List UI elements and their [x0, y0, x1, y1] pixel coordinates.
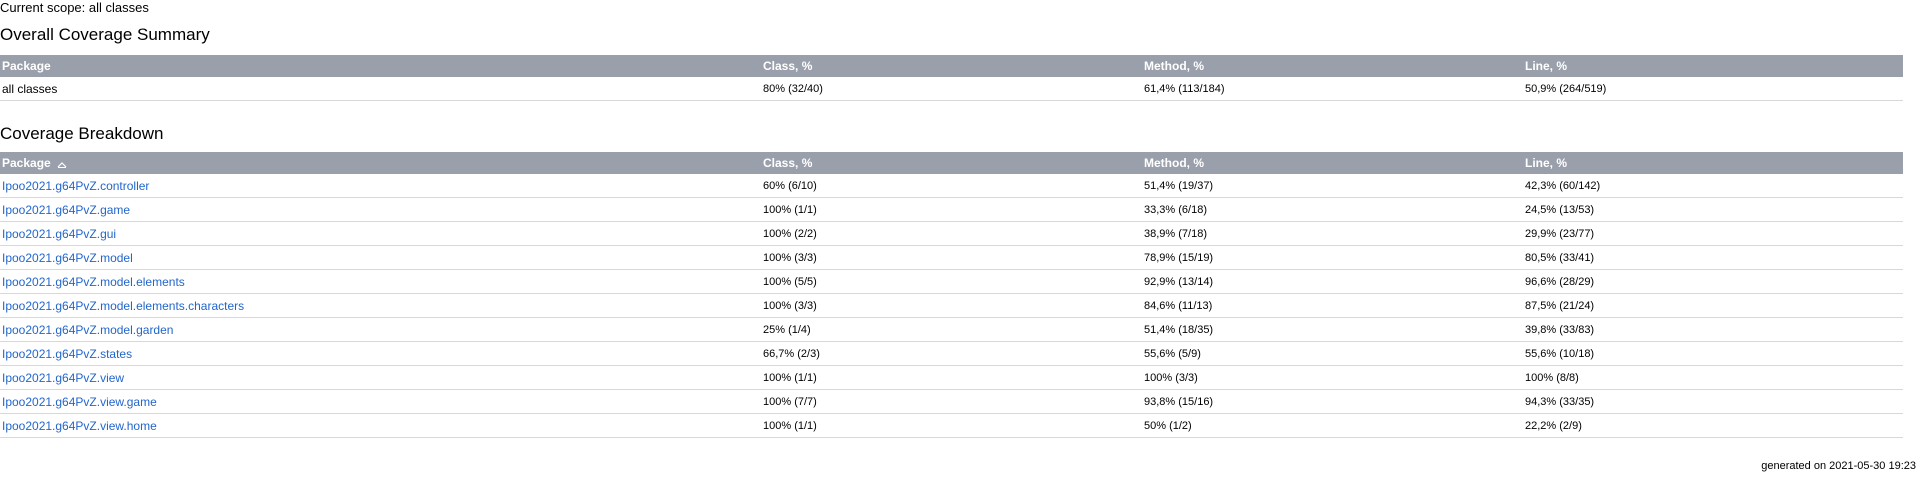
package-link[interactable]: Ipoo2021.g64PvZ.view.game [2, 395, 157, 409]
method-coverage-cell: 92,9% (13/14) [1142, 269, 1523, 294]
class-coverage-cell: 100% (1/1) [761, 413, 1142, 438]
table-row: Ipoo2021.g64PvZ.model 100% (3/3) 78,9% (15… [0, 245, 1903, 270]
class-coverage-cell: 100% (2/2) [761, 221, 1142, 246]
line-coverage-cell: 22,2% (2/9) [1523, 413, 1903, 438]
generated-timestamp: generated on 2021-05-30 19:23 [1761, 460, 1916, 472]
line-coverage-cell: 100% (8/8) [1523, 365, 1903, 390]
package-name-cell: Ipoo2021.g64PvZ.controller [0, 174, 761, 198]
class-coverage-cell: 100% (1/1) [761, 197, 1142, 222]
summary-class-coverage: 80% (32/40) [761, 77, 1142, 101]
class-coverage-cell: 100% (5/5) [761, 269, 1142, 294]
current-scope-text: Current scope: all classes [0, 0, 149, 15]
table-row: Ipoo2021.g64PvZ.view.game 100% (7/7) 93,8%… [0, 389, 1903, 414]
package-link[interactable]: Ipoo2021.g64PvZ.view.home [2, 419, 157, 433]
method-coverage-cell: 100% (3/3) [1142, 365, 1523, 390]
method-coverage-cell: 55,6% (5/9) [1142, 341, 1523, 366]
breakdown-header-package-label[interactable]: Package [2, 156, 51, 170]
summary-header-package[interactable]: Package [0, 55, 761, 77]
breakdown-header-class[interactable]: Class, % [761, 152, 1142, 174]
line-coverage-cell: 94,3% (33/35) [1523, 389, 1903, 414]
table-row: Ipoo2021.g64PvZ.states 66,7% (2/3) 55,6% (… [0, 341, 1903, 366]
line-coverage-cell: 29,9% (23/77) [1523, 221, 1903, 246]
method-coverage-cell: 38,9% (7/18) [1142, 221, 1523, 246]
package-link[interactable]: Ipoo2021.g64PvZ.states [2, 347, 132, 361]
breakdown-header-row: Package Class, % Method, % Line, % [0, 152, 1903, 174]
line-coverage-cell: 55,6% (10/18) [1523, 341, 1903, 366]
sort-ascending-icon[interactable] [57, 161, 67, 168]
line-coverage-cell: 39,8% (33/83) [1523, 317, 1903, 342]
class-coverage-cell: 100% (7/7) [761, 389, 1142, 414]
summary-table: Package Class, % Method, % Line, % all c… [0, 55, 1903, 101]
breakdown-table: Package Class, % Method, % Line, % Ipoo2… [0, 152, 1903, 438]
summary-heading: Overall Coverage Summary [0, 25, 210, 44]
package-link[interactable]: Ipoo2021.g64PvZ.model.garden [2, 323, 173, 337]
package-link[interactable]: Ipoo2021.g64PvZ.controller [2, 179, 149, 193]
package-name-cell: Ipoo2021.g64PvZ.view [0, 365, 761, 390]
table-row: Ipoo2021.g64PvZ.model.elements 100% (5/5)… [0, 269, 1903, 294]
package-link[interactable]: Ipoo2021.g64PvZ.model.elements [2, 275, 185, 289]
table-row: Ipoo2021.g64PvZ.view 100% (1/1) 100% (3/3)… [0, 365, 1903, 390]
table-row: Ipoo2021.g64PvZ.model.garden 25% (1/4) 51,… [0, 317, 1903, 342]
package-name-cell: Ipoo2021.g64PvZ.model [0, 245, 761, 270]
summary-header-method[interactable]: Method, % [1142, 55, 1523, 77]
line-coverage-cell: 87,5% (21/24) [1523, 293, 1903, 318]
breakdown-header-package[interactable]: Package [0, 152, 761, 174]
breakdown-heading: Coverage Breakdown [0, 124, 164, 143]
line-coverage-cell: 80,5% (33/41) [1523, 245, 1903, 270]
method-coverage-cell: 84,6% (11/13) [1142, 293, 1523, 318]
summary-line-coverage: 50,9% (264/519) [1523, 77, 1903, 101]
class-coverage-cell: 100% (3/3) [761, 245, 1142, 270]
method-coverage-cell: 50% (1/2) [1142, 413, 1523, 438]
class-coverage-cell: 66,7% (2/3) [761, 341, 1142, 366]
package-link[interactable]: Ipoo2021.g64PvZ.model [2, 251, 133, 265]
method-coverage-cell: 51,4% (18/35) [1142, 317, 1523, 342]
summary-header-row: Package Class, % Method, % Line, % [0, 55, 1903, 77]
breakdown-header-line[interactable]: Line, % [1523, 152, 1903, 174]
package-name-cell: Ipoo2021.g64PvZ.view.game [0, 389, 761, 414]
table-row: Ipoo2021.g64PvZ.game 100% (1/1) 33,3% (6/1… [0, 197, 1903, 222]
method-coverage-cell: 78,9% (15/19) [1142, 245, 1523, 270]
package-name-cell: Ipoo2021.g64PvZ.model.elements [0, 269, 761, 294]
package-name-cell: Ipoo2021.g64PvZ.model.elements.character… [0, 293, 761, 318]
summary-method-coverage: 61,4% (113/184) [1142, 77, 1523, 101]
table-row: Ipoo2021.g64PvZ.model.elements.character… [0, 293, 1903, 318]
line-coverage-cell: 42,3% (60/142) [1523, 174, 1903, 198]
class-coverage-cell: 100% (3/3) [761, 293, 1142, 318]
class-coverage-cell: 60% (6/10) [761, 174, 1142, 198]
summary-header-class[interactable]: Class, % [761, 55, 1142, 77]
table-row: Ipoo2021.g64PvZ.controller 60% (6/10) 51,4… [0, 174, 1903, 198]
package-name-cell: Ipoo2021.g64PvZ.gui [0, 221, 761, 246]
method-coverage-cell: 93,8% (15/16) [1142, 389, 1523, 414]
breakdown-header-method[interactable]: Method, % [1142, 152, 1523, 174]
class-coverage-cell: 25% (1/4) [761, 317, 1142, 342]
package-name-cell: Ipoo2021.g64PvZ.states [0, 341, 761, 366]
line-coverage-cell: 24,5% (13/53) [1523, 197, 1903, 222]
method-coverage-cell: 33,3% (6/18) [1142, 197, 1523, 222]
summary-row: all classes 80% (32/40) 61,4% (113/184) … [0, 77, 1903, 101]
package-link[interactable]: Ipoo2021.g64PvZ.gui [2, 227, 116, 241]
table-row: Ipoo2021.g64PvZ.gui 100% (2/2) 38,9% (7/18… [0, 221, 1903, 246]
class-coverage-cell: 100% (1/1) [761, 365, 1142, 390]
method-coverage-cell: 51,4% (19/37) [1142, 174, 1523, 198]
package-name-cell: Ipoo2021.g64PvZ.game [0, 197, 761, 222]
package-name-cell: Ipoo2021.g64PvZ.view.home [0, 413, 761, 438]
table-row: Ipoo2021.g64PvZ.view.home 100% (1/1) 50% (… [0, 413, 1903, 438]
package-link[interactable]: Ipoo2021.g64PvZ.game [2, 203, 130, 217]
summary-package-name: all classes [0, 77, 761, 101]
package-link[interactable]: Ipoo2021.g64PvZ.model.elements.character… [2, 299, 244, 313]
package-name-cell: Ipoo2021.g64PvZ.model.garden [0, 317, 761, 342]
line-coverage-cell: 96,6% (28/29) [1523, 269, 1903, 294]
package-link[interactable]: Ipoo2021.g64PvZ.view [2, 371, 124, 385]
summary-header-line[interactable]: Line, % [1523, 55, 1903, 77]
